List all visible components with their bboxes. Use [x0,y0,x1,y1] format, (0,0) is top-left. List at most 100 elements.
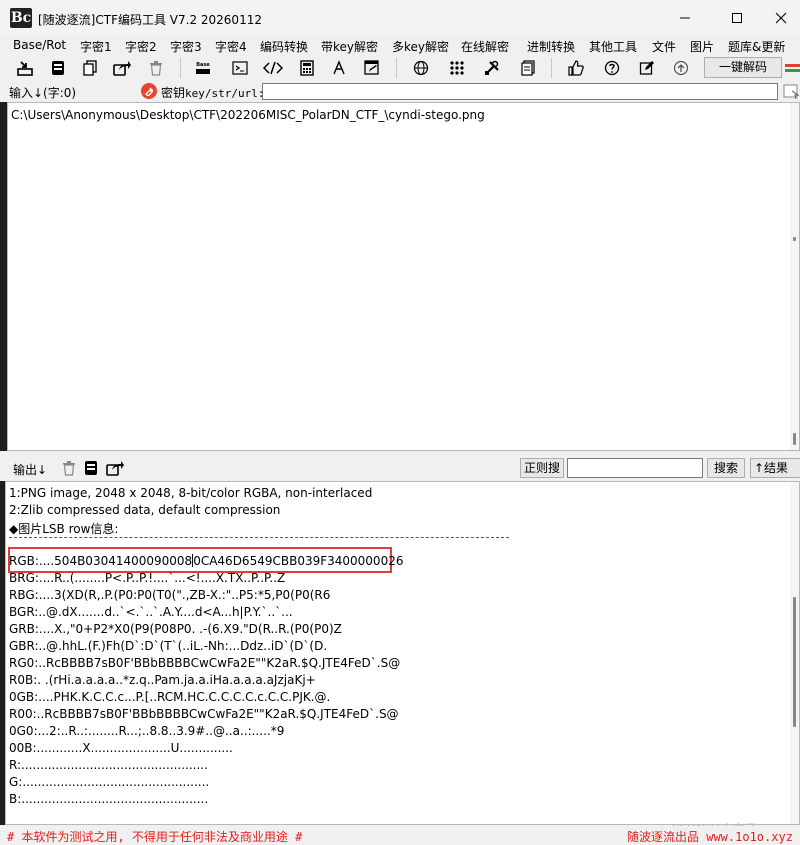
window-edge [0,102,7,451]
expand-icon[interactable] [785,61,800,75]
output-line: R00:..RcBBBB7sB0F'BBbBBBBCwCwFa2E""K2aR.… [9,707,399,721]
upload-button[interactable] [670,57,692,79]
toolbar-separator [551,58,552,78]
key-icon [141,83,157,99]
toolbar-separator [180,58,181,78]
code-button[interactable] [262,57,284,79]
output-line: GBR:..@.hhL.(F.)Fh(D`:D`(T`(..iL.-Nh:...… [9,639,328,653]
font-icon [333,60,345,75]
output-line: RG0:..RcBBBB7sB0F'BBbBBBBCwCwFa2E""K2aR.… [9,656,401,670]
input-textarea[interactable]: C:\Users\Anonymous\Desktop\CTF\202206MIS… [7,102,800,451]
delete-button[interactable] [145,57,167,79]
import-icon [17,61,33,76]
menu-cipher-3[interactable]: 字密3 [170,38,202,55]
output-line: RBG:....3(XD(R,.P.(P0:P0(T0(".,ZB-X.:"..… [9,588,331,602]
input-scroll-thumb[interactable] [793,433,796,445]
input-label: 输入↓(字:0) [9,86,77,100]
divider [9,537,509,538]
terminal-icon [232,61,248,75]
input-content: C:\Users\Anonymous\Desktop\CTF\202206MIS… [11,108,485,122]
copy-button[interactable] [79,57,101,79]
menu-encoding[interactable]: 编码转换 [260,38,308,55]
help-icon [604,60,620,76]
search-button[interactable]: 搜索 [707,458,745,478]
key-label: 密钥key/str/url: [161,84,265,101]
copy-icon [83,60,97,76]
trash-icon [63,461,75,476]
menu-question-bank[interactable]: 题库&更新 [728,38,785,55]
output-scrollbar[interactable] [790,482,799,824]
paste-button[interactable] [47,57,69,79]
terminal-button[interactable] [229,57,251,79]
menu-cipher-1[interactable]: 字密1 [80,38,112,55]
menu-base-convert[interactable]: 进制转换 [527,38,575,55]
regex-search-button[interactable]: 正则搜 [520,458,564,478]
close-button[interactable] [758,0,800,36]
one-click-decode-button[interactable]: 一键解码 [704,57,782,78]
grid-icon [450,61,464,75]
output-textarea[interactable]: 1:PNG image, 2048 x 2048, 8-bit/color RG… [5,481,800,825]
menu-base-rot[interactable]: Base/Rot [13,38,66,52]
menu-multi-key-decrypt[interactable]: 多key解密 [392,38,449,55]
import-button[interactable] [14,57,36,79]
globe-icon [413,60,429,76]
menu-image[interactable]: 图片 [690,38,714,55]
output-line-rgb: RGB:....504B030414000900080CA46D6549CBB0… [9,554,403,568]
toolbar: Base 一键解码 [0,56,800,80]
menu-cipher-2[interactable]: 字密2 [125,38,157,55]
input-header: 输入↓(字:0) 密钥key/str/url: [0,81,800,101]
output-line: 0GB:....PHK.K.C.C.c...P.[..RCM.HC.C.C.C.… [9,690,331,704]
share-output-button[interactable] [106,459,124,477]
input-scrollbar[interactable] [790,103,799,450]
menu-cipher-4[interactable]: 字密4 [215,38,247,55]
help-button[interactable] [601,57,623,79]
base-icon: Base [196,62,210,74]
menu-file[interactable]: 文件 [652,38,676,55]
calculator-button[interactable] [296,57,318,79]
calculator-icon [300,60,314,76]
web-button[interactable] [410,57,432,79]
edit-button[interactable] [361,57,383,79]
minimize-button[interactable] [662,0,708,36]
output-line: R:......................................… [9,758,208,772]
toolbar-separator [396,58,397,78]
document-button[interactable] [517,57,539,79]
output-line: BRG:....R..(........P<.P..P.!....`...<!.… [9,571,286,585]
share-button[interactable] [111,57,133,79]
key-input[interactable] [262,83,778,100]
status-bar: # 本软件为测试之用, 不得用于任何非法及商业用途 # 随波逐流出品 www.1… [0,826,800,845]
maximize-button[interactable] [714,0,760,36]
output-label: 输出↓ [13,463,48,477]
search-input[interactable] [567,458,703,478]
document-icon [521,60,535,76]
input-scroll-thumb[interactable] [793,237,796,241]
result-button[interactable]: ↑结果 [750,458,800,478]
base-icon-label: Base [196,62,210,68]
font-button[interactable] [328,57,350,79]
clear-output-button[interactable] [60,459,78,477]
menu-bar: Base/Rot 字密1 字密2 字密3 字密4 编码转换 带key解密 多ke… [0,36,800,56]
output-line: R0B:. .(rHi.a.a.a.a..*z.q..Pam.ja.a.iHa.… [9,673,316,687]
app-logo: Bc [10,8,32,28]
key-label-en: key/str/url: [185,87,265,100]
close-icon [775,12,787,24]
tools-button[interactable] [481,57,503,79]
edit-icon [364,60,379,75]
menu-key-decrypt[interactable]: 带key解密 [321,38,378,55]
pencil-square-icon [639,61,654,75]
key-options-icon[interactable] [783,83,800,100]
base-button[interactable]: Base [192,57,214,79]
copy-output-button[interactable] [82,459,100,477]
clipboard-icon [85,461,97,475]
grid-button[interactable] [446,57,468,79]
output-scroll-thumb[interactable] [793,597,796,727]
menu-online-decrypt[interactable]: 在线解密 [461,38,509,55]
like-button[interactable] [565,57,587,79]
app-window: Bc [随波逐流]CTF编码工具 V7.2 20260112 Base/Rot … [0,0,800,845]
publisher-text[interactable]: 随波逐流出品 www.1o1o.xyz [627,828,793,845]
note-button[interactable] [636,57,658,79]
window-title: [随波逐流]CTF编码工具 V7.2 20260112 [38,13,262,27]
output-line: ◆图片LSB row信息: [9,522,119,536]
menu-other-tools[interactable]: 其他工具 [589,38,637,55]
output-line: 1:PNG image, 2048 x 2048, 8-bit/color RG… [9,486,373,500]
